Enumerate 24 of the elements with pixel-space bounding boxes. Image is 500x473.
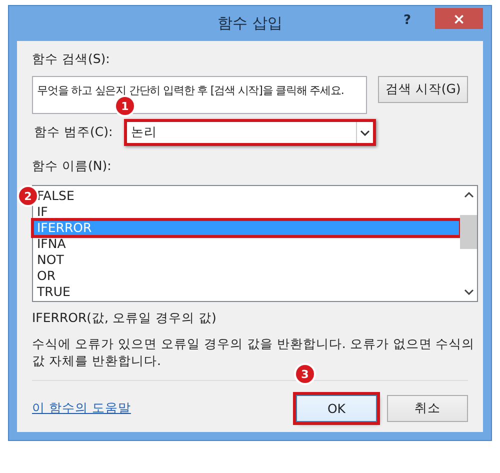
search-label: 함수 검색(S): — [32, 51, 110, 68]
scroll-thumb[interactable] — [460, 215, 477, 249]
close-button[interactable]: × — [435, 8, 483, 29]
function-list-item[interactable]: OR — [33, 268, 460, 284]
help-link[interactable]: 이 함수의 도움말 — [32, 400, 286, 417]
ok-button[interactable]: OK — [296, 395, 377, 422]
category-dropdown[interactable]: 논리 — [124, 119, 376, 146]
chevron-down-icon — [360, 130, 370, 136]
step-badge: 2 — [19, 187, 37, 205]
category-label: 함수 범주(C): — [34, 124, 114, 141]
search-button[interactable]: 검색 시작(G) — [378, 76, 468, 103]
function-name-label: 함수 이름(N): — [32, 158, 112, 175]
scroll-down-icon[interactable] — [464, 289, 474, 295]
scroll-up-icon[interactable] — [464, 192, 474, 198]
help-button[interactable]: ? — [397, 12, 417, 29]
function-list-item[interactable]: TRUE — [33, 284, 460, 300]
function-signature: IFERROR(값, 오류일 경우의 값) — [32, 310, 216, 327]
cancel-button[interactable]: 취소 — [387, 395, 468, 422]
step-badge: 1 — [116, 97, 134, 115]
function-list-item[interactable]: IFNA — [33, 236, 460, 252]
step-badge: 3 — [296, 365, 314, 383]
window-title: 함수 삽입 — [218, 14, 282, 33]
function-list-item[interactable]: IF — [33, 204, 460, 220]
function-list-item[interactable]: NOT — [33, 252, 460, 268]
